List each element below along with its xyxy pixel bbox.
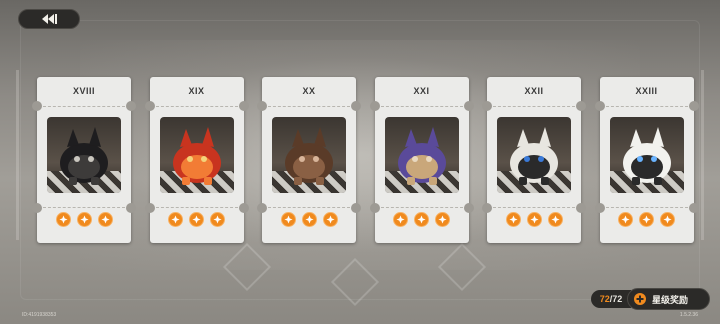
stage-card[interactable]: XIX: [144, 77, 249, 243]
star-rating: [262, 212, 356, 227]
stage-numeral: XXIII: [635, 86, 658, 96]
ticket-divider: [380, 106, 463, 107]
background-rail-left: [16, 70, 19, 240]
star-icon: [168, 212, 183, 227]
ticket-notch: [126, 101, 136, 111]
ticket-divider: [268, 106, 350, 107]
star-icon: [97, 212, 113, 227]
star-plus-icon: [634, 293, 646, 305]
progress-total: 72: [612, 294, 623, 304]
star-icon: [435, 212, 450, 227]
back-arrow-icon: [42, 14, 57, 24]
star-icon: [505, 212, 521, 227]
stage-numeral: XX: [302, 86, 316, 96]
creature-figure: [60, 127, 108, 185]
creature-figure: [172, 127, 221, 185]
white-spiky-beast-character: [497, 117, 571, 193]
ticket-divider: [380, 207, 463, 208]
creature-figure: [397, 127, 446, 185]
progress-current: 72: [599, 294, 610, 304]
stage-numeral: XXII: [524, 86, 544, 96]
brown-furry-beast-character: [272, 117, 346, 193]
star-icon: [280, 212, 296, 227]
ticket-divider: [605, 207, 688, 208]
ticket-divider: [43, 207, 125, 208]
star-icon: [660, 212, 675, 227]
stage-numeral: XVIII: [72, 86, 95, 96]
star-icon: [189, 212, 204, 227]
star-icon: [55, 212, 71, 227]
ticket-notch: [482, 101, 492, 111]
ticket-notch: [688, 101, 699, 111]
star-progress-counter: 72 / 72: [591, 290, 631, 308]
star-rating: [37, 212, 131, 227]
white-horned-sheep-character: [609, 117, 684, 193]
player-id: ID:4191938353: [22, 312, 57, 318]
ticket-notch: [463, 101, 474, 111]
stage-card[interactable]: XXIII: [594, 77, 699, 243]
ticket-divider: [268, 207, 350, 208]
back-button[interactable]: [18, 9, 80, 29]
ticket-notch: [144, 101, 155, 111]
ticket-divider: [493, 106, 575, 107]
creature-figure: [285, 127, 333, 185]
stage-card[interactable]: XXI: [369, 77, 474, 243]
ticket-divider: [43, 106, 125, 107]
star-reward-label: 星级奖励: [652, 294, 689, 305]
ticket-notch: [369, 101, 380, 111]
ticket-notch: [351, 101, 361, 111]
star-icon: [322, 212, 338, 227]
ticket-divider: [155, 106, 238, 107]
stage-numeral: XIX: [188, 86, 205, 96]
star-rating: [600, 212, 694, 227]
star-icon: [301, 212, 317, 227]
black-armored-dragon-character: [47, 117, 121, 193]
star-reward-button[interactable]: 星级奖励: [627, 288, 710, 310]
stage-card[interactable]: XVIII: [32, 77, 136, 243]
star-icon: [76, 212, 92, 227]
ticket-notch: [238, 101, 249, 111]
star-icon: [547, 212, 563, 227]
stage-card-list: XVIII XIX XX XXI XXII XXIII: [32, 77, 699, 243]
ticket-notch: [594, 101, 605, 111]
star-icon: [618, 212, 633, 227]
background-rail-right: [701, 70, 704, 240]
star-icon: [210, 212, 225, 227]
stage-card[interactable]: XX: [257, 77, 361, 243]
stage-card[interactable]: XXII: [482, 77, 586, 243]
creature-figure: [622, 127, 671, 185]
star-icon: [526, 212, 542, 227]
star-icon: [414, 212, 429, 227]
star-icon: [639, 212, 654, 227]
ticket-notch: [32, 101, 42, 111]
ticket-divider: [605, 106, 688, 107]
star-rating: [150, 212, 244, 227]
creature-figure: [510, 127, 558, 185]
version-text: 1.5.2.36: [679, 312, 698, 318]
ticket-notch: [257, 101, 267, 111]
ticket-divider: [493, 207, 575, 208]
purple-haired-bandaged-creature: [384, 117, 459, 193]
star-icon: [393, 212, 408, 227]
stage-numeral: XXI: [413, 86, 430, 96]
ticket-divider: [155, 207, 238, 208]
star-rating: [487, 212, 581, 227]
flaming-boar-character: [159, 117, 234, 193]
ticket-notch: [576, 101, 586, 111]
star-rating: [375, 212, 469, 227]
